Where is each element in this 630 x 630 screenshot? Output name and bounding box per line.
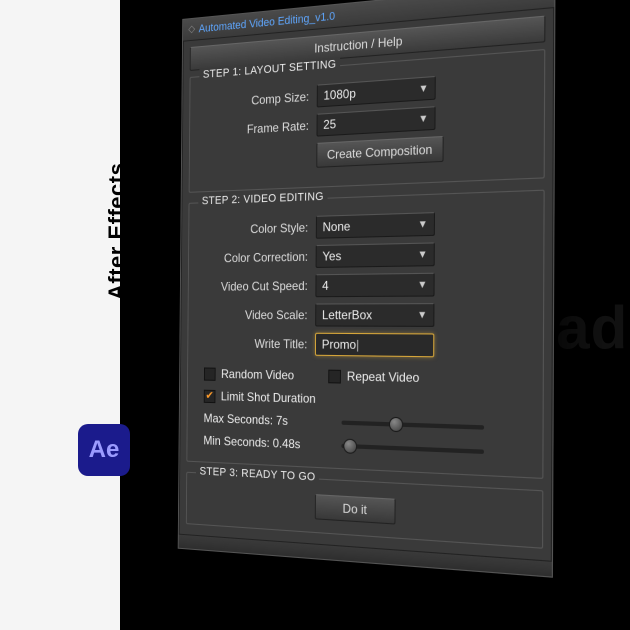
do-it-label: Do it <box>343 501 367 517</box>
frame-rate-value: 25 <box>323 117 336 132</box>
write-title-label: Write Title: <box>197 336 307 351</box>
help-button-label: Instruction / Help <box>314 34 402 56</box>
max-seconds-slider[interactable] <box>342 421 485 430</box>
comp-size-value: 1080p <box>323 86 355 103</box>
chevron-down-icon: ▼ <box>418 113 428 125</box>
scene: CGDownload Co ###C ◇ Automated Video Edi… <box>120 0 630 630</box>
write-title-value: Promo <box>322 337 356 352</box>
comp-size-label: Comp Size: <box>199 89 309 111</box>
video-scale-label: Video Scale: <box>197 308 307 323</box>
cut-speed-value: 4 <box>322 278 329 293</box>
color-correction-value: Yes <box>322 249 341 264</box>
chevron-down-icon: ▼ <box>417 309 427 321</box>
step2-title: STEP 2: VIDEO EDITING <box>198 190 327 207</box>
limit-shot-checkbox[interactable]: ✔ <box>204 389 216 402</box>
slider-thumb[interactable] <box>389 417 403 433</box>
bullet-icon: ◇ <box>188 24 195 36</box>
cut-speed-label: Video Cut Speed: <box>198 279 308 294</box>
chevron-down-icon: ▼ <box>418 82 428 95</box>
ae-logo-text: Ae <box>89 436 120 464</box>
video-scale-value: LetterBox <box>322 308 372 323</box>
ae-logo: Ae <box>78 424 130 476</box>
minimize-icon[interactable]: — <box>513 0 528 4</box>
cut-speed-select[interactable]: 4 ▼ <box>315 273 434 298</box>
min-seconds-slider[interactable] <box>341 444 484 454</box>
chevron-down-icon: ▼ <box>417 279 427 291</box>
max-seconds-label: Max Seconds: 7s <box>204 411 334 430</box>
slider-thumb[interactable] <box>343 439 357 454</box>
create-composition-label: Create Composition <box>327 142 433 162</box>
limit-shot-label: Limit Shot Duration <box>221 389 316 406</box>
repeat-video-label: Repeat Video <box>347 369 420 385</box>
chevron-down-icon: ▼ <box>417 248 427 260</box>
write-title-input[interactable]: Promo| <box>315 333 434 358</box>
random-video-label: Random Video <box>221 367 294 383</box>
color-style-select[interactable]: None ▼ <box>316 212 435 239</box>
color-correction-label: Color Correction: <box>198 249 308 265</box>
video-scale-select[interactable]: LetterBox ▼ <box>315 303 434 327</box>
comp-size-select[interactable]: 1080p ▼ <box>317 76 436 108</box>
frame-rate-select[interactable]: 25 ▼ <box>317 106 436 136</box>
step2-group: STEP 2: VIDEO EDITING Color Style: None … <box>186 190 544 479</box>
random-video-checkbox[interactable] <box>204 367 216 380</box>
color-style-value: None <box>323 219 351 234</box>
window-menu-icon[interactable]: ≡ <box>532 0 547 2</box>
panel-title: Automated Video Editing_v1.0 <box>199 10 336 35</box>
frame-rate-label: Frame Rate: <box>199 118 309 139</box>
min-seconds-label: Min Seconds: 0.48s <box>203 433 333 453</box>
step3-title: STEP 3: READY TO GO <box>196 465 319 484</box>
color-style-label: Color Style: <box>198 220 308 237</box>
repeat-video-checkbox[interactable] <box>328 369 341 383</box>
step1-group: STEP 1: LAYOUT SETTING Comp Size: 1080p … <box>189 49 546 193</box>
script-panel: ◇ Automated Video Editing_v1.0 — ≡ Instr… <box>178 0 556 578</box>
product-label: After Effects <box>104 163 130 300</box>
create-composition-button[interactable]: Create Composition <box>316 136 443 168</box>
color-correction-select[interactable]: Yes ▼ <box>316 242 435 268</box>
do-it-button[interactable]: Do it <box>314 494 396 524</box>
chevron-down-icon: ▼ <box>418 218 428 230</box>
